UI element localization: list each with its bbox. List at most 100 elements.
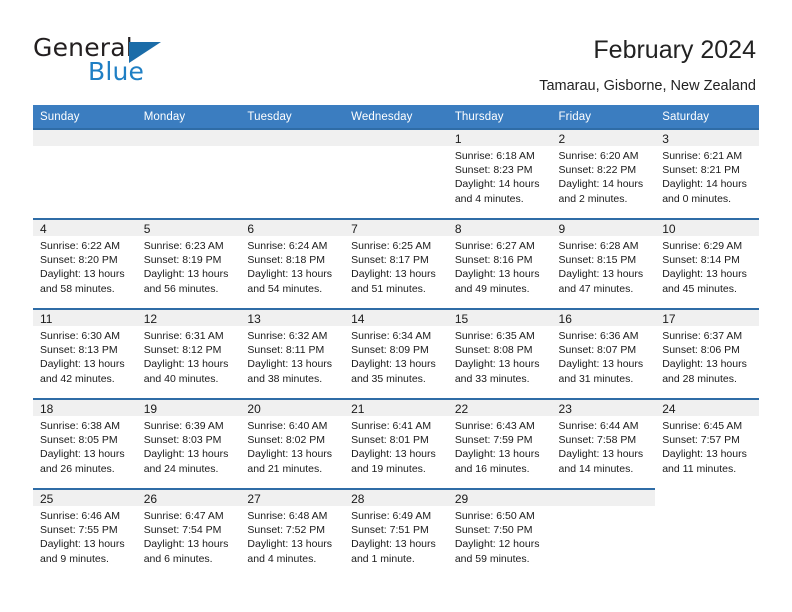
calendar-day-cell[interactable]: 21 Sunrise: 6:41 AM Sunset: 8:01 PM Dayligh…: [344, 398, 448, 488]
calendar-day-cell[interactable]: 13 Sunrise: 6:32 AM Sunset: 8:11 PM Dayligh…: [240, 308, 345, 398]
sunset-text: Sunset: 8:18 PM: [247, 254, 326, 267]
calendar-day-cell[interactable]: 3 Sunrise: 6:21 AM Sunset: 8:21 PM Daylight…: [655, 128, 759, 218]
day-number: 1: [454, 132, 462, 146]
daylight-text: Daylight: 13 hours and 54 minutes.: [247, 268, 333, 295]
day-cell-inner: 24 Sunrise: 6:45 AM Sunset: 7:57 PM Dayligh…: [655, 398, 759, 488]
day-sun-info: Sunrise: 6:35 AM Sunset: 8:08 PM Daylight:…: [448, 326, 552, 386]
calendar-day-cell[interactable]: 8 Sunrise: 6:27 AM Sunset: 8:16 PM Daylight…: [447, 218, 552, 308]
day-number-band: 7: [344, 218, 448, 236]
calendar-day-cell[interactable]: 16 Sunrise: 6:36 AM Sunset: 8:07 PM Dayligh…: [551, 308, 656, 398]
calendar-day-cell[interactable]: 23 Sunrise: 6:44 AM Sunset: 7:58 PM Dayligh…: [551, 398, 656, 488]
calendar-day-cell[interactable]: 20 Sunrise: 6:40 AM Sunset: 8:02 PM Dayligh…: [240, 398, 345, 488]
day-number: 24: [662, 402, 676, 416]
calendar-day-cell[interactable]: 2 Sunrise: 6:20 AM Sunset: 8:22 PM Daylight…: [551, 128, 656, 218]
calendar-day-cell[interactable]: 6 Sunrise: 6:24 AM Sunset: 8:18 PM Daylight…: [240, 218, 345, 308]
calendar-day-cell[interactable]: 28 Sunrise: 6:49 AM Sunset: 7:51 PM Dayligh…: [344, 488, 448, 578]
day-number: 22: [454, 402, 469, 416]
day-cell-inner: [136, 128, 241, 218]
day-cell-inner: 22 Sunrise: 6:43 AM Sunset: 7:59 PM Dayligh…: [447, 398, 552, 488]
calendar-day-cell: [551, 488, 656, 578]
daylight-text: Daylight: 13 hours and 40 minutes.: [143, 358, 229, 385]
daylight-text: Daylight: 13 hours and 6 minutes.: [143, 538, 229, 565]
weekday-header-sunday: Sunday: [33, 105, 137, 128]
day-number: 26: [143, 492, 158, 506]
day-cell-inner: 9 Sunrise: 6:28 AM Sunset: 8:15 PM Daylight…: [551, 218, 656, 308]
sunset-text: Sunset: 8:22 PM: [558, 164, 637, 177]
day-sun-info: Sunrise: 6:38 AM Sunset: 8:05 PM Daylight:…: [33, 416, 137, 476]
calendar-day-cell[interactable]: 4 Sunrise: 6:22 AM Sunset: 8:20 PM Daylight…: [33, 218, 137, 308]
daylight-text: Daylight: 13 hours and 9 minutes.: [40, 538, 125, 565]
calendar-day-cell[interactable]: 18 Sunrise: 6:38 AM Sunset: 8:05 PM Dayligh…: [33, 398, 137, 488]
day-sun-info: Sunrise: 6:48 AM Sunset: 7:52 PM Daylight:…: [240, 506, 344, 566]
calendar-day-cell[interactable]: 15 Sunrise: 6:35 AM Sunset: 8:08 PM Dayligh…: [447, 308, 552, 398]
calendar-week-row: 4 Sunrise: 6:22 AM Sunset: 8:20 PM Daylight…: [33, 218, 759, 308]
day-number-band: [33, 128, 137, 146]
sunset-text: Sunset: 8:15 PM: [558, 254, 637, 267]
day-cell-inner: 4 Sunrise: 6:22 AM Sunset: 8:20 PM Daylight…: [33, 218, 137, 308]
day-number-band: 4: [33, 218, 137, 236]
daylight-text: Daylight: 13 hours and 28 minutes.: [662, 358, 747, 385]
day-cell-inner: 17 Sunrise: 6:37 AM Sunset: 8:06 PM Dayligh…: [655, 308, 759, 398]
sunrise-text: Sunrise: 6:21 AM: [662, 150, 743, 162]
day-cell-inner: 27 Sunrise: 6:48 AM Sunset: 7:52 PM Dayligh…: [240, 488, 345, 578]
calendar-day-cell[interactable]: 1 Sunrise: 6:18 AM Sunset: 8:23 PM Daylight…: [447, 128, 552, 218]
day-cell-inner: 16 Sunrise: 6:36 AM Sunset: 8:07 PM Dayligh…: [551, 308, 656, 398]
daylight-text: Daylight: 14 hours and 0 minutes.: [662, 178, 747, 205]
sunrise-text: Sunrise: 6:28 AM: [558, 240, 639, 252]
day-number-band: 5: [136, 218, 241, 236]
sunrise-text: Sunrise: 6:37 AM: [662, 330, 743, 342]
day-cell-inner: 5 Sunrise: 6:23 AM Sunset: 8:19 PM Daylight…: [136, 218, 241, 308]
sunrise-text: Sunrise: 6:36 AM: [558, 330, 639, 342]
sunset-text: Sunset: 8:14 PM: [662, 254, 740, 267]
calendar-day-cell[interactable]: 9 Sunrise: 6:28 AM Sunset: 8:15 PM Daylight…: [551, 218, 656, 308]
daylight-text: Daylight: 13 hours and 31 minutes.: [558, 358, 644, 385]
sunset-text: Sunset: 7:51 PM: [351, 524, 429, 537]
daylight-text: Daylight: 13 hours and 35 minutes.: [351, 358, 436, 385]
day-number-band: 19: [136, 398, 241, 416]
calendar-day-cell[interactable]: 25 Sunrise: 6:46 AM Sunset: 7:55 PM Dayligh…: [33, 488, 137, 578]
calendar-day-cell[interactable]: 29 Sunrise: 6:50 AM Sunset: 7:50 PM Dayligh…: [447, 488, 552, 578]
day-number-band: 22: [447, 398, 552, 416]
calendar-page: General Blue February 2024 Tamarau, Gisb…: [0, 0, 792, 612]
sunrise-text: Sunrise: 6:45 AM: [662, 420, 743, 432]
calendar-day-cell: [33, 128, 137, 218]
calendar-day-cell: [344, 128, 448, 218]
day-number: 21: [351, 402, 365, 416]
calendar-day-cell[interactable]: 27 Sunrise: 6:48 AM Sunset: 7:52 PM Dayligh…: [240, 488, 345, 578]
calendar-day-cell[interactable]: 26 Sunrise: 6:47 AM Sunset: 7:54 PM Dayligh…: [136, 488, 241, 578]
calendar-day-cell: [655, 488, 759, 578]
day-number: 9: [558, 222, 566, 236]
calendar-day-cell[interactable]: 19 Sunrise: 6:39 AM Sunset: 8:03 PM Dayligh…: [136, 398, 241, 488]
sunset-text: Sunset: 8:05 PM: [40, 434, 118, 447]
sunset-text: Sunset: 8:23 PM: [454, 164, 533, 177]
calendar-day-cell[interactable]: 11 Sunrise: 6:30 AM Sunset: 8:13 PM Dayligh…: [33, 308, 137, 398]
calendar-day-cell[interactable]: 24 Sunrise: 6:45 AM Sunset: 7:57 PM Dayligh…: [655, 398, 759, 488]
calendar-day-cell[interactable]: 10 Sunrise: 6:29 AM Sunset: 8:14 PM Dayligh…: [655, 218, 759, 308]
daylight-text: Daylight: 13 hours and 47 minutes.: [558, 268, 644, 295]
sunset-text: Sunset: 8:11 PM: [247, 344, 325, 357]
calendar-day-cell[interactable]: 5 Sunrise: 6:23 AM Sunset: 8:19 PM Daylight…: [136, 218, 241, 308]
daylight-text: Daylight: 13 hours and 4 minutes.: [247, 538, 333, 565]
sunrise-text: Sunrise: 6:30 AM: [40, 330, 120, 342]
day-number-band: 27: [240, 488, 345, 506]
day-sun-info: Sunrise: 6:46 AM Sunset: 7:55 PM Daylight:…: [33, 506, 137, 566]
day-number-band: [551, 488, 656, 506]
daylight-text: Daylight: 13 hours and 38 minutes.: [247, 358, 333, 385]
weekday-header-saturday: Saturday: [655, 105, 759, 128]
day-number: 15: [454, 312, 469, 326]
day-number: 5: [143, 222, 151, 236]
daylight-text: Daylight: 13 hours and 16 minutes.: [454, 448, 540, 475]
daylight-text: Daylight: 13 hours and 51 minutes.: [351, 268, 436, 295]
calendar-day-cell[interactable]: 17 Sunrise: 6:37 AM Sunset: 8:06 PM Dayligh…: [655, 308, 759, 398]
day-cell-inner: 7 Sunrise: 6:25 AM Sunset: 8:17 PM Daylight…: [344, 218, 448, 308]
sunset-text: Sunset: 8:13 PM: [40, 344, 118, 357]
calendar-day-cell[interactable]: 12 Sunrise: 6:31 AM Sunset: 8:12 PM Dayligh…: [136, 308, 241, 398]
calendar-day-cell[interactable]: 22 Sunrise: 6:43 AM Sunset: 7:59 PM Dayligh…: [447, 398, 552, 488]
calendar-day-cell[interactable]: 14 Sunrise: 6:34 AM Sunset: 8:09 PM Dayligh…: [344, 308, 448, 398]
weekday-header-wednesday: Wednesday: [344, 105, 448, 128]
day-number: 12: [143, 312, 158, 326]
daylight-text: Daylight: 13 hours and 56 minutes.: [143, 268, 229, 295]
calendar-day-cell[interactable]: 7 Sunrise: 6:25 AM Sunset: 8:17 PM Daylight…: [344, 218, 448, 308]
day-cell-inner: 29 Sunrise: 6:50 AM Sunset: 7:50 PM Dayligh…: [447, 488, 552, 578]
day-cell-inner: [655, 488, 759, 578]
